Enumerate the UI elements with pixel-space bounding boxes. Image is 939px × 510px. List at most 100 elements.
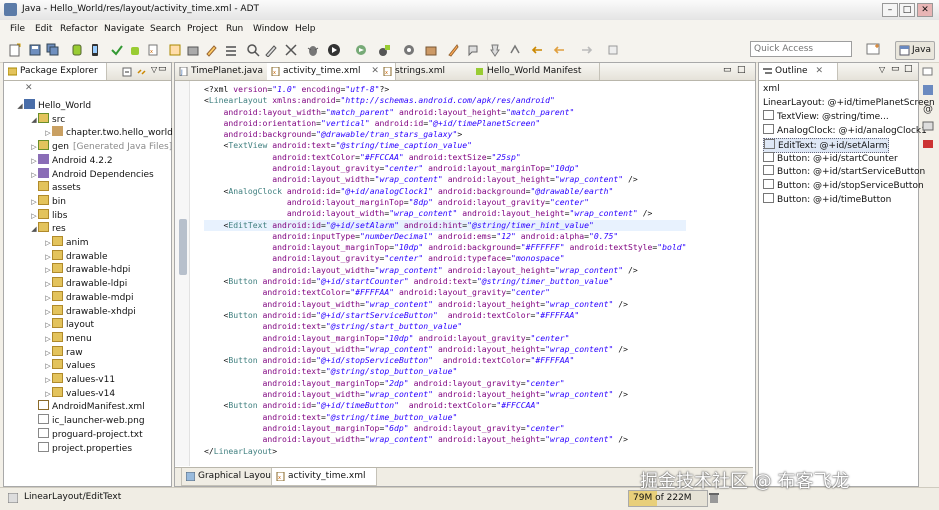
code-line[interactable]: <Button android:id="@+id/startServiceBut… [204,310,686,321]
outline-item[interactable]: Button: @+id/startServiceButton [763,165,925,178]
code-line[interactable]: </LinearLayout> [204,446,686,457]
menu-refactor[interactable]: Refactor [60,24,98,34]
expand-twisty-icon[interactable]: ▷ [44,251,52,264]
tree-item-drawable[interactable]: ▷ drawable [44,249,108,264]
last-edit-location-icon[interactable] [530,43,544,57]
lint-icon[interactable] [110,43,124,57]
tree-item-values[interactable]: ▷ values [44,359,95,372]
tree-item-values-v14[interactable]: ▷ values-v14 [44,386,115,401]
new-xml-file-icon[interactable]: x [146,43,160,57]
code-line[interactable]: <TextView android:text="@string/time_cap… [204,140,686,151]
tree-item-hello-world[interactable]: ◢ Hello_World [16,99,91,112]
forward-icon[interactable] [580,43,594,57]
tab-hello-world-manifest[interactable]: Hello_World Manifest [471,63,600,80]
minimize-button[interactable]: – [882,3,898,17]
pin-icon[interactable] [488,43,502,57]
tree-item-drawable-ldpi[interactable]: ▷ drawable-ldpi [44,277,127,290]
outline-item[interactable]: xml [763,83,780,96]
outline-item[interactable]: Button: @+id/timeButton [763,192,891,206]
code-line[interactable]: android:layout_marginTop="10dp" android:… [204,333,686,344]
toolbar-more-icon[interactable] [606,43,620,57]
tree-item-android-4-2-2[interactable]: ▷ Android 4.2.2 [30,153,113,167]
java-perspective-button[interactable]: Java [895,41,935,60]
tree-item-project-properties[interactable]: project.properties [30,441,132,455]
problems-icon[interactable] [922,84,934,96]
run-icon[interactable] [327,43,341,57]
expand-twisty-icon[interactable]: ▷ [44,127,52,140]
menu-window[interactable]: Window [253,24,289,34]
code-line[interactable]: <Button android:id="@+id/timeButton" and… [204,400,686,411]
expand-twisty-icon[interactable]: ▷ [44,333,52,346]
code-line[interactable]: android:layout_width="wrap_content" andr… [204,344,686,355]
outline-close-icon[interactable]: ✕ [815,66,823,76]
editor-scroll-marker[interactable] [179,219,187,275]
restore-icon[interactable] [922,65,934,77]
expand-twisty-icon[interactable]: ▷ [30,141,38,154]
menu-run[interactable]: Run [226,24,243,34]
outline-view-menu-icon[interactable]: ▽ [879,65,885,74]
code-line[interactable]: <AnalogClock android:id="@+id/analogCloc… [204,186,686,197]
tree-item-drawable-mdpi[interactable]: ▷ drawable-mdpi [44,290,134,305]
code-line[interactable]: android:textColor="#FFFFAA" android:layo… [204,287,686,298]
back-icon[interactable] [552,43,566,57]
tab-activity-time-xml-source[interactable]: x activity_time.xml [271,468,377,486]
tree-item-ic-launcher-web-png[interactable]: ic_launcher-web.png [30,414,145,427]
editor-minimize-icon[interactable]: ▭ [723,65,732,75]
pencil-icon[interactable] [204,43,218,57]
javadoc-icon[interactable]: @ [922,102,934,114]
code-line[interactable]: android:layout_marginTop="10dp" android:… [204,242,686,253]
code-line[interactable]: android:layout_width="wrap_content" andr… [204,265,686,276]
code-line[interactable]: android:text="@string/time_button_value" [204,412,686,423]
expand-twisty-icon[interactable]: ▷ [44,292,52,305]
xml-source[interactable]: <?xml version="1.0" encoding="utf-8"?> <L… [204,84,687,457]
package-explorer-close-icon[interactable]: ✕ [25,83,33,93]
code-line[interactable]: android:orientation="vertical" android:i… [204,118,686,129]
code-line[interactable]: android:layout_width="wrap_content" andr… [204,389,686,400]
tab-activity-time-xml[interactable]: x activity_time.xml ✕ [267,63,396,80]
code-area[interactable]: <?xml version="1.0" encoding="utf-8"?> <L… [190,83,753,468]
tree-item-libs[interactable]: ▷ libs [30,208,67,222]
collapse-all-icon[interactable] [122,67,132,77]
expand-twisty-icon[interactable]: ◢ [30,223,38,236]
tree-item-drawable-hdpi[interactable]: ▷ drawable-hdpi [44,263,130,276]
tree-item-anim[interactable]: ▷ anim [44,236,89,249]
tree-item-menu[interactable]: ▷ menu [44,331,92,346]
code-line[interactable]: android:layout_width="match_parent" andr… [204,107,686,118]
annotation-icon[interactable] [466,43,480,57]
new-java-package-icon[interactable] [402,43,416,57]
expand-twisty-icon[interactable]: ▷ [44,388,52,401]
expand-twisty-icon[interactable]: ▷ [44,347,52,360]
code-line[interactable]: android:textColor="#FFCCAA" android:text… [204,152,686,163]
tab-graphical-layout[interactable]: Graphical Layout [181,468,277,486]
tab-outline[interactable]: Outline ✕ [759,63,838,80]
outline-item[interactable]: AnalogClock: @+id/analogClock1 [763,124,927,137]
next-annotation-icon[interactable] [508,43,522,57]
code-line[interactable]: android:layout_width="wrap_content" andr… [204,208,686,219]
tree-item-bin[interactable]: ▷ bin [30,194,66,208]
outline-item[interactable]: TextView: @string/time... [763,110,889,123]
tree-item-drawable-xhdpi[interactable]: ▷ drawable-xhdpi [44,304,136,318]
new-android-project-icon[interactable] [128,43,142,57]
tree-item-layout[interactable]: ▷ layout [44,318,94,331]
outline-item[interactable]: Button: @+id/stopServiceButton [763,178,924,192]
code-line[interactable]: android:layout_marginTop="6dp" android:l… [204,423,686,434]
outline-minimize-icon[interactable]: ▭ [891,64,900,74]
link-with-editor-icon[interactable] [137,67,147,77]
expand-twisty-icon[interactable]: ▷ [44,264,52,277]
code-line[interactable]: android:layout_gravity="center" android:… [204,163,686,174]
tree-item-values-v11[interactable]: ▷ values-v11 [44,373,115,386]
code-line[interactable]: android:inputType="numberDecimal" androi… [204,231,686,242]
external-tools-icon[interactable] [354,43,368,57]
android-avd-manager-icon[interactable] [88,43,102,57]
coverage-icon[interactable] [378,43,392,57]
code-line[interactable]: android:layout_width="wrap_content" andr… [204,299,686,310]
tree-item-assets[interactable]: assets [30,181,81,194]
editor-maximize-icon[interactable]: □ [737,65,746,75]
close-button[interactable]: ✕ [917,3,933,17]
outline-maximize-icon[interactable]: □ [904,64,913,74]
tree-item-gen[interactable]: ▷ gen [Generated Java Files] [30,140,172,153]
debug-icon[interactable] [306,43,320,57]
code-line[interactable]: android:layout_width="wrap_content" andr… [204,174,686,185]
quick-access-input[interactable] [750,41,852,57]
code-line[interactable]: android:text="@string/stop_button_value" [204,366,686,377]
